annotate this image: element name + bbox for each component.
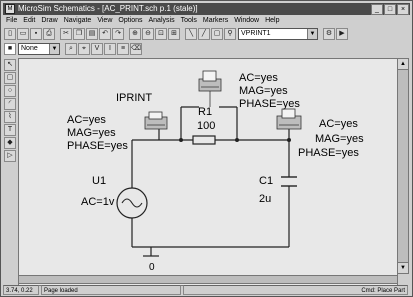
part-combo-value: VPRINT1 [241,29,271,37]
junction-dot [179,138,183,142]
menu-edit[interactable]: Edit [20,15,38,26]
secondary-toolbar: ■ None ▼ ⌕ ⌖ V I ≡ ⌫ [3,41,410,56]
menu-draw[interactable]: Draw [38,15,60,26]
status-bar: 3.74, 0.22 Page loaded Cmd: Place Part [3,285,410,295]
bus-icon[interactable]: ╱ [198,27,210,40]
vprint-top-mag-label: MAG=yes [239,85,288,97]
diff-marker-icon[interactable]: ≡ [117,42,129,55]
schematic-drawing [116,70,302,257]
vertical-scrollbar[interactable]: ▲ ▼ [397,58,409,274]
probe-icon[interactable]: ⌕ [65,42,77,55]
capacitor-c1 [281,176,297,187]
arc-icon[interactable]: ◜ [4,98,16,110]
c1-value-label: 2u [259,193,272,205]
menu-options[interactable]: Options [115,15,145,26]
chevron-down-icon[interactable]: ▼ [49,43,59,54]
vprint-right-ac-label: AC=yes [319,118,358,130]
vprint-right-printer-icon [276,108,302,130]
iprint-mag-label: MAG=yes [67,127,116,139]
scroll-up-icon[interactable]: ▲ [398,59,408,70]
menu-view[interactable]: View [94,15,115,26]
new-icon[interactable]: ▯ [4,27,16,40]
wire-icon[interactable]: ╲ [185,27,197,40]
ground-label: 0 [149,262,155,273]
setup-icon[interactable]: ⚙ [323,27,335,40]
menu-bar: File Edit Draw Navigate View Options Ana… [3,15,410,26]
probe-current-icon[interactable]: ⌖ [78,42,90,55]
title-bar[interactable]: M MicroSim Schematics - [AC_PRINT.sch p.… [3,3,410,15]
menu-help[interactable]: Help [262,15,282,26]
horizontal-scrollbar[interactable] [18,275,398,284]
chevron-down-icon[interactable]: ▼ [307,28,317,39]
close-button[interactable]: × [397,3,409,15]
u1-value-label: AC=1v [81,196,115,208]
app-window: M MicroSim Schematics - [AC_PRINT.sch p.… [0,0,413,297]
c1-name-label: C1 [259,175,274,187]
zoom-area-icon[interactable]: ⊡ [155,27,167,40]
paste-icon[interactable]: ▤ [86,27,98,40]
r1-value-label: 100 [197,120,216,132]
junction-dot [287,138,291,142]
port-icon[interactable]: ▷ [4,150,16,162]
minimize-button[interactable]: _ [371,3,383,15]
marker-icon[interactable]: ◆ [4,137,16,149]
current-marker-icon[interactable]: I [104,42,116,55]
vprint-right-phase-label: PHASE=yes [298,147,359,159]
zoom-out-icon[interactable]: ⊖ [142,27,154,40]
color-combo-value: None [21,44,38,52]
vprint-top-phase-label: PHASE=yes [239,98,300,110]
simulate-icon[interactable]: ▶ [336,27,348,40]
vprint-top-printer-icon [198,70,222,107]
status-message: Page loaded [41,285,181,295]
vprint-top-ac-label: AC=yes [239,72,278,84]
menu-analysis[interactable]: Analysis [146,15,178,26]
menu-tools[interactable]: Tools [178,15,200,26]
main-toolbar: ▯ ▭ ▪ ⎙ ✂ ❐ ▤ ↶ ↷ ⊕ ⊖ ⊡ ⊞ ╲ ╱ ▢ ⚲ VPRINT… [3,26,410,41]
open-icon[interactable]: ▭ [17,27,29,40]
resistor-r1 [192,135,216,145]
text-icon[interactable]: T [4,124,16,136]
menu-window[interactable]: Window [231,15,262,26]
menu-navigate[interactable]: Navigate [61,15,95,26]
block-icon[interactable]: ▢ [211,27,223,40]
part-combo[interactable]: VPRINT1 ▼ [238,27,318,40]
clear-markers-icon[interactable]: ⌫ [130,42,142,55]
undo-icon[interactable]: ↶ [99,27,111,40]
zoom-fit-icon[interactable]: ⊞ [168,27,180,40]
iprint-ac-label: AC=yes [67,114,106,126]
iprint-name-label: IPRINT [116,92,153,104]
save-icon[interactable]: ▪ [30,27,42,40]
print-icon[interactable]: ⎙ [43,27,55,40]
status-mode: Cmd: Place Part [183,285,408,295]
schematic-canvas[interactable]: IPRINT AC=yes MAG=yes PHASE=yes AC=yes M… [18,58,398,286]
r1-name-label: R1 [198,106,213,118]
scroll-down-icon[interactable]: ▼ [398,262,408,273]
cut-icon[interactable]: ✂ [60,27,72,40]
u1-name-label: U1 [92,175,107,187]
menu-markers[interactable]: Markers [200,15,231,26]
voltage-marker-icon[interactable]: V [91,42,103,55]
copy-icon[interactable]: ❐ [73,27,85,40]
zoom-in-icon[interactable]: ⊕ [129,27,141,40]
maximize-button[interactable]: □ [384,3,396,15]
get-part-icon[interactable]: ⚲ [224,27,236,40]
left-toolbox: ↖ ▢ ○ ◜ ⌇ T ◆ ▷ [4,59,17,162]
menu-file[interactable]: File [3,15,20,26]
window-title: MicroSim Schematics - [AC_PRINT.sch p.1 … [18,4,198,13]
select-icon[interactable]: ↖ [4,59,16,71]
color-combo[interactable]: None ▼ [18,42,60,55]
vprint-right-mag-label: MAG=yes [315,133,364,145]
junction-dot [235,138,239,142]
polyline-icon[interactable]: ⌇ [4,111,16,123]
iprint-phase-label: PHASE=yes [67,140,128,152]
color-swatch-icon[interactable]: ■ [4,42,16,55]
status-coords: 3.74, 0.22 [3,285,39,295]
redo-icon[interactable]: ↷ [112,27,124,40]
app-icon[interactable]: M [5,4,15,14]
rect-icon[interactable]: ▢ [4,72,16,84]
circle-icon[interactable]: ○ [4,85,16,97]
iprint-printer-icon [144,111,168,130]
